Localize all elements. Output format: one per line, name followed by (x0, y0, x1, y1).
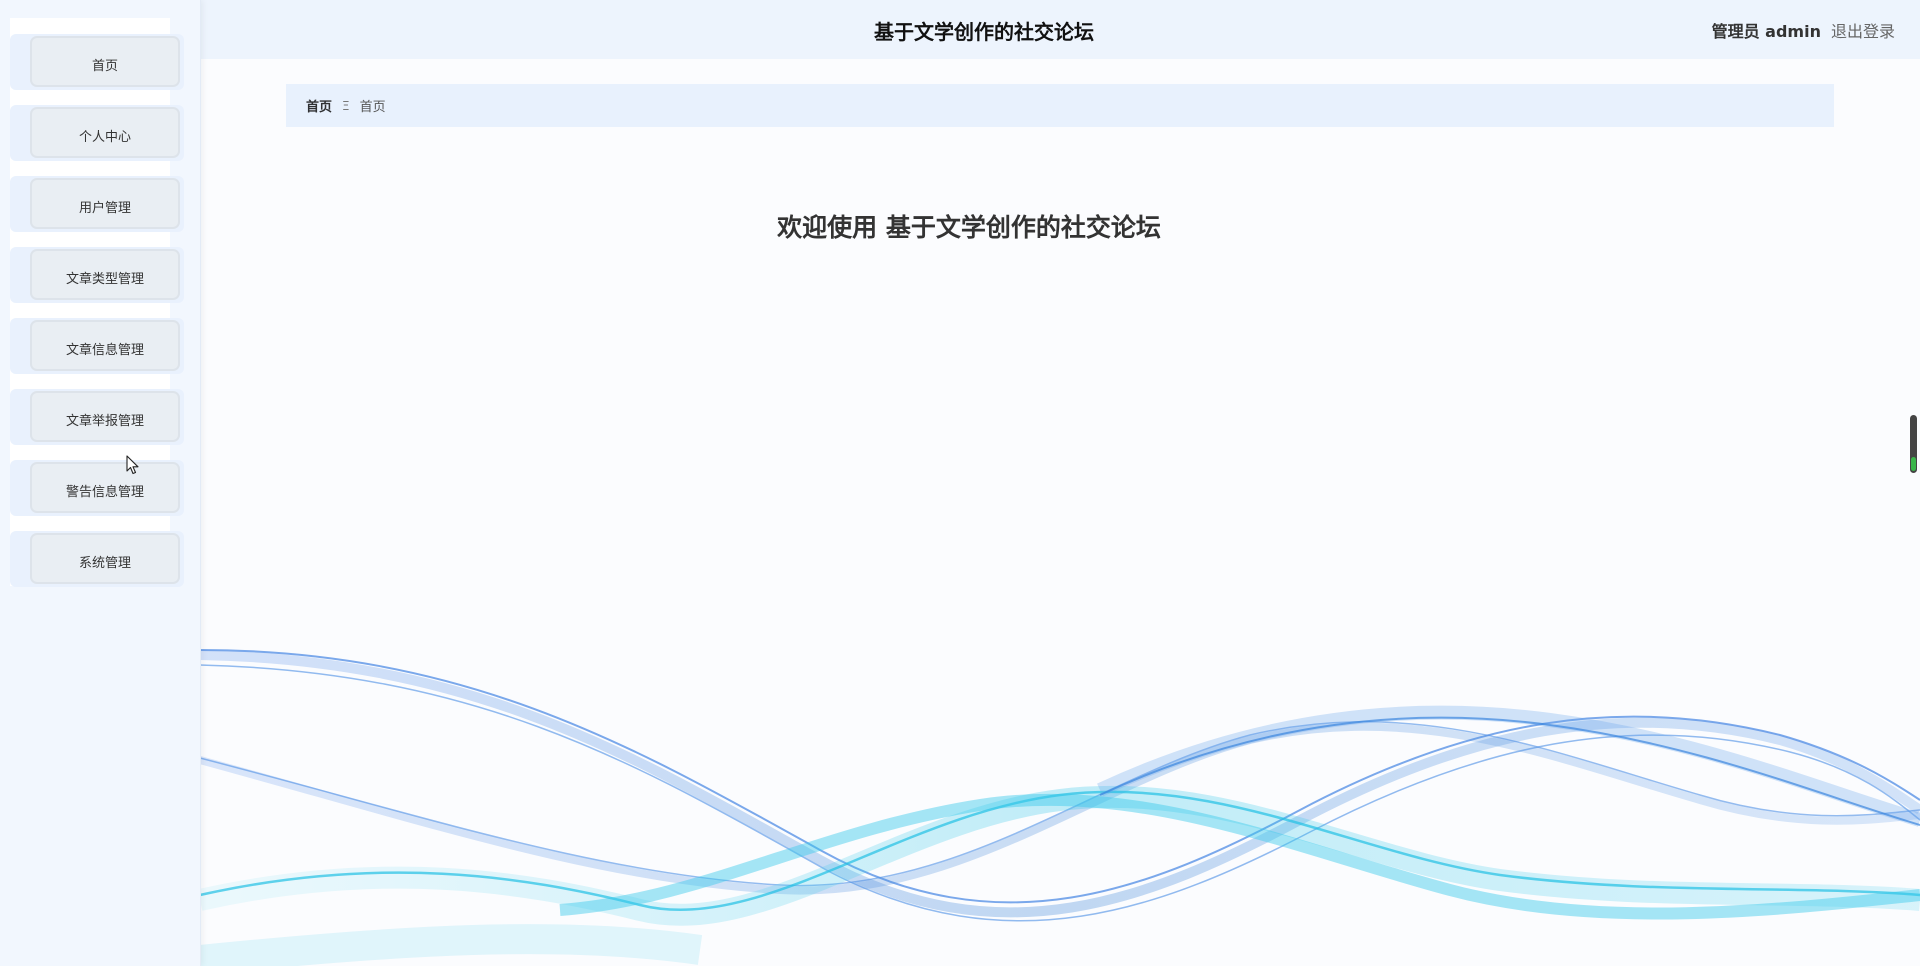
sidebar-item-label: 个人中心 (30, 107, 180, 158)
welcome-heading-wrap: 欢迎使用 基于文学创作的社交论坛 (200, 208, 1920, 244)
breadcrumb-home[interactable]: 首页 (306, 96, 332, 115)
sidebar-item-user-management[interactable]: 用户管理 (10, 176, 184, 232)
wave-background (197, 649, 1920, 966)
user-role-label: 管理员 admin (1711, 22, 1821, 41)
scrollbar-thumb[interactable] (1910, 415, 1917, 473)
sidebar-item-label: 文章信息管理 (30, 320, 180, 371)
app-title: 基于文学创作的社交论坛 (874, 20, 1094, 44)
app-root: 首页 个人中心 用户管理 文章类型管理 文章信息管理 文章举报管理 警告信息管理… (0, 0, 1920, 966)
sidebar-item-label: 警告信息管理 (30, 462, 180, 513)
sidebar-item-article-report-management[interactable]: 文章举报管理 (10, 389, 184, 445)
sidebar-item-label: 首页 (30, 36, 180, 87)
breadcrumb-current: 首页 (359, 100, 386, 115)
sidebar-item-home[interactable]: 首页 (10, 34, 184, 90)
sidebar: 首页 个人中心 用户管理 文章类型管理 文章信息管理 文章举报管理 警告信息管理… (0, 0, 201, 966)
welcome-heading: 欢迎使用 基于文学创作的社交论坛 (777, 213, 1161, 242)
app-title-wrap: 基于文学创作的社交论坛 (200, 16, 1920, 45)
sidebar-item-article-type-management[interactable]: 文章类型管理 (10, 247, 184, 303)
sidebar-item-label: 文章举报管理 (30, 391, 180, 442)
top-header: 基于文学创作的社交论坛 管理员 admin 退出登录 (200, 0, 1920, 59)
sidebar-item-warning-info-management[interactable]: 警告信息管理 (10, 460, 184, 516)
sidebar-item-personal-center[interactable]: 个人中心 (10, 105, 184, 161)
mouse-pointer-icon (126, 455, 139, 475)
sidebar-item-label: 文章类型管理 (30, 249, 180, 300)
user-area: 管理员 admin 退出登录 (1712, 18, 1895, 42)
sidebar-item-label: 用户管理 (30, 178, 180, 229)
breadcrumb-separator-icon: Ξ (342, 98, 350, 113)
sidebar-item-article-info-management[interactable]: 文章信息管理 (10, 318, 184, 374)
sidebar-item-system-management[interactable]: 系统管理 (10, 531, 184, 587)
sidebar-item-label: 系统管理 (30, 533, 180, 584)
breadcrumb: 首页 Ξ 首页 (286, 84, 1834, 127)
logout-link[interactable]: 退出登录 (1831, 18, 1895, 42)
